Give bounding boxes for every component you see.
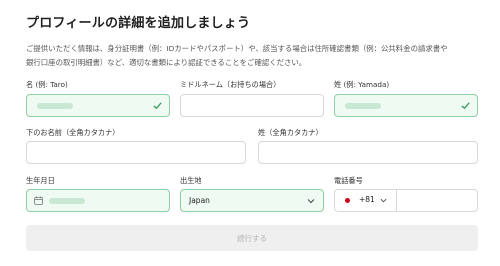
description: ご提供いただく情報は、身分証明書（例：IDカードやパスポート）や、該当する場合は… bbox=[26, 42, 480, 70]
given-name-label: 名 (例: Taro) bbox=[26, 80, 68, 89]
description-line-1: ご提供いただく情報は、身分証明書（例：IDカードやパスポート）や、該当する場合は… bbox=[26, 44, 448, 53]
phone-label: 電話番号 bbox=[334, 176, 363, 185]
phone-number-input[interactable] bbox=[398, 190, 477, 211]
continue-button[interactable]: 続行する bbox=[26, 225, 478, 251]
page-title: プロフィールの詳細を追加しましょう bbox=[26, 16, 251, 31]
japan-flag-icon bbox=[345, 198, 350, 203]
middle-name-input[interactable] bbox=[180, 94, 324, 117]
birthplace-label: 出生地 bbox=[180, 176, 202, 185]
dob-label: 生年月日 bbox=[26, 176, 55, 185]
chevron-down-icon bbox=[307, 199, 315, 204]
family-name-label: 姓 (例: Yamada) bbox=[334, 80, 390, 89]
description-line-2: 銀行口座の取引明細書）など、適切な書類により認証できることをご確認ください。 bbox=[26, 58, 307, 67]
birthplace-select[interactable]: Japan bbox=[180, 189, 324, 212]
birthplace-value: Japan bbox=[189, 196, 210, 205]
given-name-kana-input[interactable] bbox=[26, 141, 246, 164]
redacted-value bbox=[37, 103, 73, 109]
family-name-input[interactable] bbox=[334, 94, 478, 117]
dob-input[interactable] bbox=[26, 189, 170, 212]
country-code-select[interactable]: +81 bbox=[335, 190, 397, 211]
phone-field: +81 bbox=[334, 189, 478, 212]
chevron-down-icon bbox=[380, 198, 387, 203]
family-name-kana-input[interactable] bbox=[258, 141, 478, 164]
family-name-kana-label: 姓（全角カタカナ） bbox=[258, 128, 323, 137]
continue-button-label: 続行する bbox=[237, 234, 267, 243]
country-code: +81 bbox=[359, 195, 375, 204]
checkmark-icon bbox=[461, 102, 470, 110]
middle-name-label: ミドルネーム（お持ちの場合） bbox=[180, 80, 281, 89]
redacted-value bbox=[345, 103, 381, 109]
given-name-input[interactable] bbox=[26, 94, 170, 117]
redacted-value bbox=[49, 198, 85, 204]
checkmark-icon bbox=[153, 102, 162, 110]
calendar-icon bbox=[34, 196, 43, 205]
given-name-kana-label: 下のお名前（全角カタカナ） bbox=[26, 128, 120, 137]
